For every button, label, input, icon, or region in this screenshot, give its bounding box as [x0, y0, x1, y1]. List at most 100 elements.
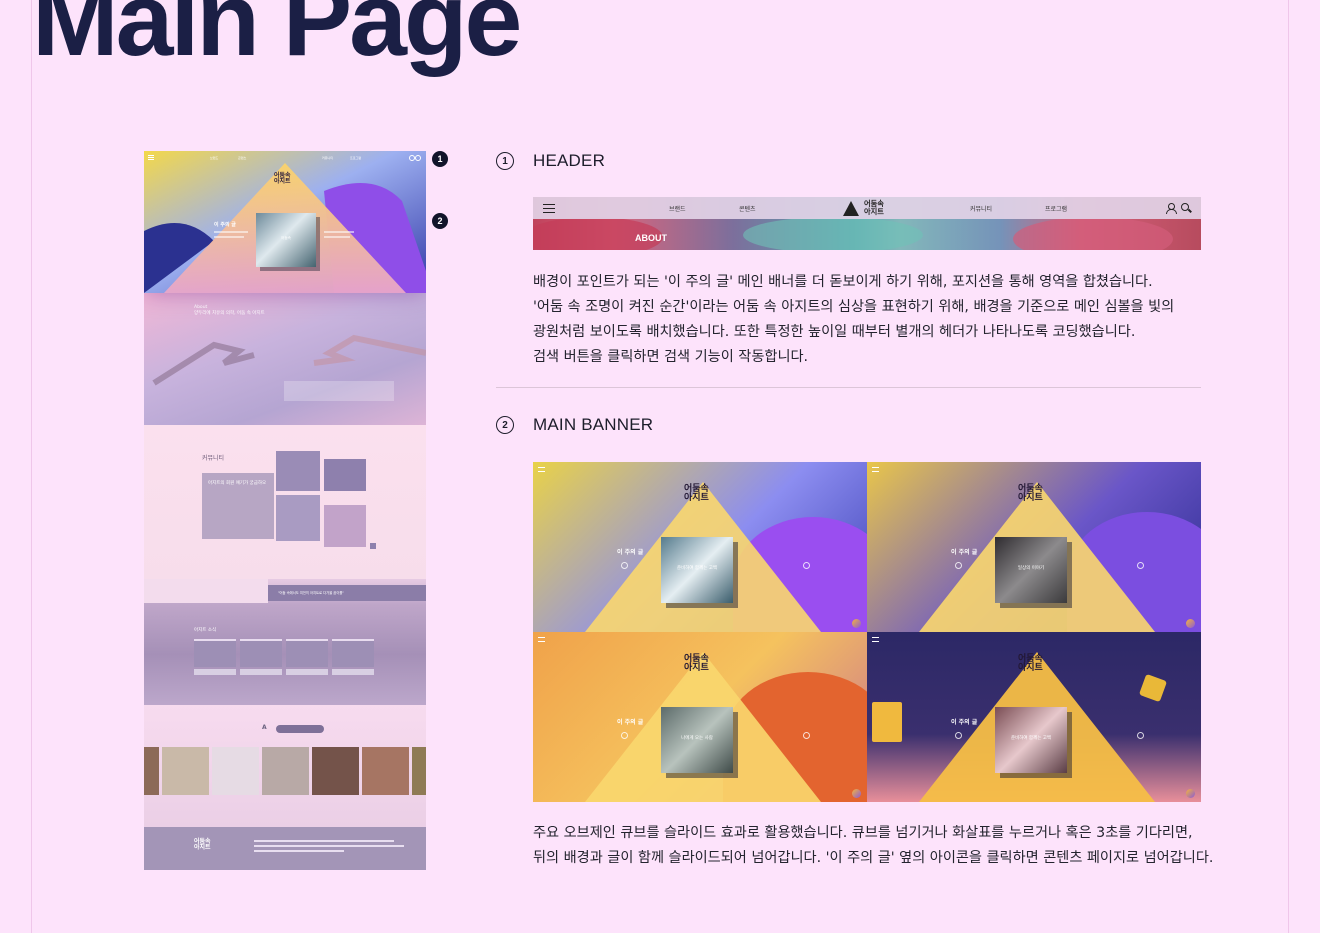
preview-text-line — [324, 236, 350, 238]
banner-slide-2: 어둠속 아지트 이 주의 글 일상의 이야기 — [867, 462, 1201, 632]
arrow-left-icon[interactable] — [621, 562, 628, 569]
menu-icon — [538, 637, 545, 642]
menu-icon — [872, 467, 879, 472]
frame-border-left — [31, 0, 32, 933]
description-line: 광원처럼 보이도록 배치했습니다. 또한 특정한 높이일 때부터 별개의 헤더가… — [533, 324, 1136, 340]
nav-community[interactable]: 커뮤니티 — [970, 204, 992, 213]
preview-nav-brand: 브랜드 — [210, 156, 219, 160]
banner-logo: 어둠속 아지트 — [1018, 484, 1043, 504]
preview-gallery-photo — [144, 747, 159, 795]
header-screenshot: 브랜드 콘텐츠 어둠속 아지트 커뮤니티 프로그램 ABOUT — [533, 197, 1201, 250]
content-link-icon[interactable] — [852, 619, 861, 628]
marker-1: 1 — [432, 151, 448, 167]
preview-community-title: 커뮤니티 — [202, 455, 225, 462]
arrow-left-icon[interactable] — [955, 562, 962, 569]
preview-news-button — [194, 669, 236, 675]
banner-cube-label: 나에게 오는 사람 — [681, 736, 713, 741]
banner-caption: 이 주의 글 — [617, 719, 644, 726]
description-line: 주요 오브제인 큐브를 슬라이드 효과로 활용했습니다. 큐브를 넘기거나 화살… — [533, 825, 1193, 841]
banner-cube[interactable]: 준비하여 함께는 고백 — [995, 707, 1067, 773]
arrow-right-icon[interactable] — [803, 732, 810, 739]
arrow-right-icon[interactable] — [1137, 732, 1144, 739]
preview-community-card — [324, 459, 366, 491]
content-link-icon[interactable] — [1186, 619, 1195, 628]
description-line: 뒤의 배경과 글이 함께 슬라이드되어 넘어갑니다. '이 주의 글' 옆의 아… — [533, 850, 1214, 866]
arrow-right-icon[interactable] — [803, 562, 810, 569]
preview-text-line — [214, 236, 244, 238]
preview-about-section: About 양두리에 치유의 의학, 어둠 속 아지트 — [144, 293, 426, 425]
logo-icon — [843, 201, 859, 216]
banner-logo: 어둠속 아지트 — [1018, 654, 1043, 674]
banner-cube-label: 준비하여 함께는 고백 — [676, 566, 718, 571]
preview-gallery-photo — [312, 747, 359, 795]
preview-header-banner: 브랜드 콘텐츠 커뮤니티 프로그램 어둠속 아지트 이 주의 글 어둠속 — [144, 151, 426, 293]
preview-gallery-photo — [162, 747, 209, 795]
section-title: MAIN BANNER — [533, 415, 654, 434]
preview-quote-bar: "어둠 속에서도 여전히 아지트로 다가올 꿈이를" — [268, 585, 426, 601]
falling-cube-shape — [872, 702, 902, 742]
preview-nav-community: 커뮤니티 — [322, 156, 334, 160]
preview-gallery-logo-icon: A — [262, 724, 267, 731]
preview-footer-logo: 어둠속 아지트 — [194, 838, 211, 852]
content-link-icon[interactable] — [852, 789, 861, 798]
preview-news-section: "어둠 속에서도 여전히 아지트로 다가올 꿈이를" 아지트 소식 — [144, 579, 426, 705]
banner-nav-bar — [867, 462, 1201, 476]
preview-footer-text — [254, 837, 414, 855]
banner-cube[interactable]: 준비하여 함께는 고백 — [661, 537, 733, 603]
preview-gallery-photo — [362, 747, 409, 795]
section-title: HEADER — [533, 151, 606, 170]
description-line: 검색 버튼을 클릭하면 검색 기능이 작동합니다. — [533, 349, 809, 365]
preview-news-card — [332, 639, 374, 667]
section-main-banner-heading: 2 MAIN BANNER — [496, 415, 653, 435]
arrow-left-icon[interactable] — [955, 732, 962, 739]
content-link-icon[interactable] — [1186, 789, 1195, 798]
header-logo[interactable]: 어둠속 아지트 — [864, 200, 884, 215]
banner-nav-bar — [533, 632, 867, 646]
arrow-left-icon[interactable] — [621, 732, 628, 739]
arrow-right-icon[interactable] — [1137, 562, 1144, 569]
preview-gallery-pill — [276, 725, 324, 733]
user-search-icon — [409, 155, 421, 161]
menu-icon[interactable] — [543, 204, 555, 213]
banner-cube[interactable]: 일상의 이야기 — [995, 537, 1067, 603]
nav-contents[interactable]: 콘텐츠 — [739, 204, 756, 213]
preview-news-card — [240, 639, 282, 667]
banner-cube-label: 일상의 이야기 — [1017, 566, 1045, 571]
preview-gallery-photo — [262, 747, 309, 795]
preview-community-card — [324, 505, 366, 547]
header-description: 배경이 포인트가 되는 '이 주의 글' 메인 배너를 더 돋보이게 하기 위해… — [533, 270, 1174, 370]
description-line: '어둠 속 조명이 켜진 순간'이라는 어둠 속 아지트의 심상을 표현하기 위… — [533, 299, 1175, 315]
preview-cube-label: 어둠속 — [281, 236, 291, 240]
page-title: Main Page — [32, 0, 522, 78]
user-icon[interactable] — [1166, 203, 1177, 214]
marker-2: 2 — [432, 213, 448, 229]
preview-gallery-photo — [412, 747, 426, 795]
banner-logo: 어둠속 아지트 — [684, 654, 709, 674]
preview-candles-photo — [144, 579, 268, 603]
description-line: 배경이 포인트가 되는 '이 주의 글' 메인 배너를 더 돋보이게 하기 위해… — [533, 274, 1153, 290]
section-number: 1 — [496, 152, 514, 170]
search-icon[interactable] — [1181, 203, 1189, 211]
frame-border-right — [1288, 0, 1289, 933]
preview-text-line — [324, 231, 354, 233]
banner-slide-4: 어둠속 아지트 이 주의 글 준비하여 함께는 고백 — [867, 632, 1201, 802]
banner-logo: 어둠속 아지트 — [684, 484, 709, 504]
preview-news-card — [286, 639, 328, 667]
preview-gallery-photo — [212, 747, 259, 795]
banner-cube[interactable]: 나에게 오는 사람 — [661, 707, 733, 773]
nav-program[interactable]: 프로그램 — [1045, 204, 1067, 213]
main-banner-grid: 어둠속 아지트 이 주의 글 준비하여 함께는 고백 어둠속 아지트 이 주의 … — [533, 462, 1201, 802]
preview-footer: 어둠속 아지트 — [144, 827, 426, 870]
main-banner-description: 주요 오브제인 큐브를 슬라이드 효과로 활용했습니다. 큐브를 넘기거나 화살… — [533, 821, 1213, 871]
preview-banner-caption: 이 주의 글 — [214, 222, 236, 228]
preview-community-card-text: 아지트의 회원 얘기가 궁금하오 — [208, 481, 267, 486]
nav-brand[interactable]: 브랜드 — [669, 204, 686, 213]
preview-hands-artwork — [152, 334, 426, 401]
banner-caption: 이 주의 글 — [617, 549, 644, 556]
section-header-heading: 1 HEADER — [496, 151, 605, 171]
menu-icon — [872, 637, 879, 642]
preview-news-button — [286, 669, 328, 675]
header-nav-bar: 브랜드 콘텐츠 어둠속 아지트 커뮤니티 프로그램 — [533, 197, 1201, 219]
preview-nav-program: 프로그램 — [350, 156, 362, 160]
menu-icon — [148, 155, 154, 160]
